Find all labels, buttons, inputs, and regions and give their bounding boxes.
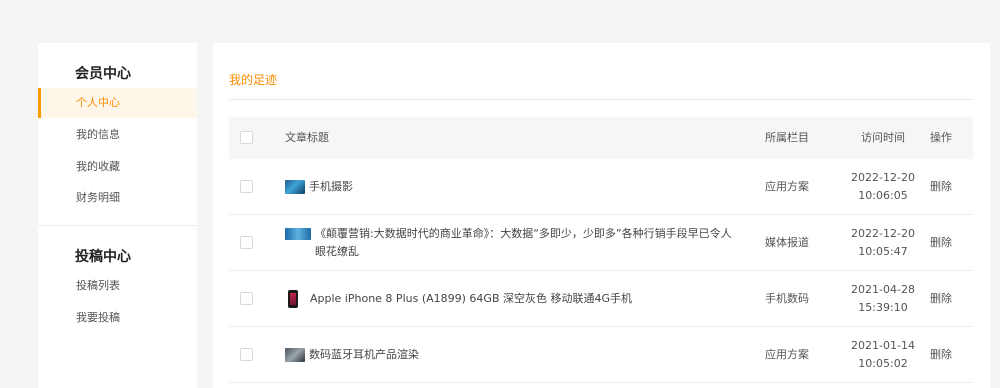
delete-button[interactable]: 删除: [927, 159, 955, 215]
article-title: 手机摄影: [309, 180, 353, 193]
earphone-thumbnail: [285, 348, 305, 362]
article-link[interactable]: 《颠覆营销:大数据时代的商业革命》：大数据“多即少，少即多”各种行销手段早已令人…: [285, 215, 741, 271]
header-action: 操作: [930, 131, 952, 144]
visit-time: 2022-12-20 10:05:47: [841, 225, 925, 261]
title-divider: [229, 99, 973, 100]
submission-center-title: 投稿中心: [75, 249, 131, 265]
article-link[interactable]: Apple iPhone 8 Plus (A1899) 64GB 深空灰色 移动…: [285, 271, 741, 327]
visit-date: 2022-12-20: [851, 227, 915, 240]
landscape-photo-thumbnail: [285, 180, 305, 194]
main-panel: 我的足迹 文章标题 所属栏目 访问时间 操作 手机摄影 应用方案 2022-12…: [213, 43, 990, 388]
sidebar-item-personal-center[interactable]: 个人中心: [38, 88, 197, 118]
article-title: 《颠覆营销:大数据时代的商业革命》：大数据“多即少，少即多”各种行销手段早已令人…: [315, 227, 732, 258]
row-checkbox[interactable]: [240, 236, 253, 249]
header-visit-time: 访问时间: [861, 131, 905, 144]
article-category: 媒体报道: [765, 236, 809, 249]
visit-clock: 15:39:10: [858, 301, 908, 314]
sidebar: 会员中心 个人中心 我的信息 我的收藏 财务明细 投稿中心 投稿列表 我要投稿: [38, 43, 197, 388]
article-category: 应用方案: [765, 180, 809, 193]
table-row: 数码蓝牙耳机产品渲染 应用方案 2021-01-14 10:05:02 删除: [229, 327, 973, 383]
article-category: 应用方案: [765, 348, 809, 361]
table-header: 文章标题 所属栏目 访问时间 操作: [229, 117, 973, 159]
visit-date: 2021-04-28: [851, 283, 915, 296]
visit-time: 2021-01-14 10:05:02: [841, 337, 925, 373]
article-link[interactable]: 手机摄影: [285, 159, 741, 215]
article-title: Apple iPhone 8 Plus (A1899) 64GB 深空灰色 移动…: [310, 292, 633, 305]
delete-button[interactable]: 删除: [927, 215, 955, 271]
visit-time: 2022-12-20 10:06:05: [841, 169, 925, 205]
sidebar-divider: [38, 225, 197, 226]
article-link[interactable]: 数码蓝牙耳机产品渲染: [285, 327, 741, 383]
member-center-title: 会员中心: [75, 66, 131, 82]
header-category: 所属栏目: [765, 131, 809, 144]
table-row: 《颠覆营销:大数据时代的商业革命》：大数据“多即少，少即多”各种行销手段早已令人…: [229, 215, 973, 271]
page-title: 我的足迹: [229, 73, 278, 87]
select-all-checkbox[interactable]: [240, 131, 253, 144]
sidebar-item-finance-details[interactable]: 财务明细: [38, 183, 197, 213]
row-checkbox[interactable]: [240, 180, 253, 193]
sidebar-item-my-favorites[interactable]: 我的收藏: [38, 152, 197, 182]
article-title: 数码蓝牙耳机产品渲染: [309, 348, 419, 361]
header-article-title: 文章标题: [285, 131, 329, 144]
visit-clock: 10:05:02: [858, 357, 908, 370]
visit-date: 2021-01-14: [851, 339, 915, 352]
delete-button[interactable]: 删除: [927, 271, 955, 327]
delete-button[interactable]: 删除: [927, 327, 955, 383]
row-checkbox[interactable]: [240, 348, 253, 361]
table-row: 手机摄影 应用方案 2022-12-20 10:06:05 删除: [229, 159, 973, 215]
visit-clock: 10:05:47: [858, 245, 908, 258]
sidebar-item-submission-list[interactable]: 投稿列表: [38, 271, 197, 301]
visit-date: 2022-12-20: [851, 171, 915, 184]
sidebar-item-submit-article[interactable]: 我要投稿: [38, 303, 197, 333]
visit-time: 2021-04-28 15:39:10: [841, 281, 925, 317]
sidebar-item-my-info[interactable]: 我的信息: [38, 120, 197, 150]
article-category: 手机数码: [765, 292, 809, 305]
banner-thumbnail: [285, 228, 311, 240]
phone-thumbnail: [288, 290, 298, 308]
visit-clock: 10:06:05: [858, 189, 908, 202]
row-checkbox[interactable]: [240, 292, 253, 305]
table-row: Apple iPhone 8 Plus (A1899) 64GB 深空灰色 移动…: [229, 271, 973, 327]
